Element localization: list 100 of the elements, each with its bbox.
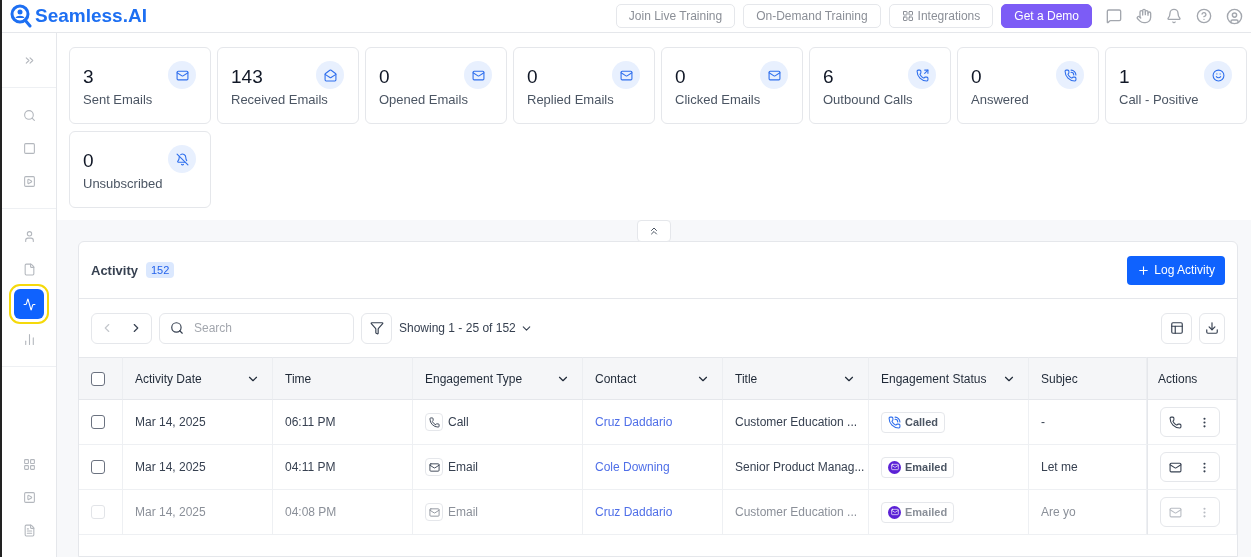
showing-dropdown[interactable]: Showing 1 - 25 of 152 — [399, 321, 533, 335]
stat-value: 3 — [83, 66, 94, 88]
phone-call-icon — [888, 415, 901, 429]
contact-link[interactable]: Cruz Daddario — [595, 505, 673, 519]
mail-icon — [612, 61, 640, 89]
stat-label: Answered — [971, 92, 1029, 107]
card-title: Activity — [91, 262, 138, 278]
plus-icon — [1137, 263, 1151, 277]
actions-button[interactable] — [1160, 452, 1220, 482]
mail-icon — [888, 460, 901, 474]
phone-outgoing-icon — [908, 61, 936, 89]
time-cell: 04:08 PM — [285, 505, 337, 519]
log-activity-button[interactable]: Log Activity — [1127, 255, 1225, 285]
phone-call-icon — [1056, 61, 1084, 89]
status-badge: Called — [881, 411, 945, 433]
stat-label: Sent Emails — [83, 92, 153, 107]
download-icon — [1205, 321, 1219, 335]
chevrons-up-icon — [648, 225, 660, 237]
training-button[interactable]: On-Demand Training — [743, 4, 881, 28]
stat-label: Opened Emails — [379, 92, 468, 107]
document-icon — [22, 262, 36, 276]
column-header: Contact — [595, 371, 637, 386]
filter-button[interactable] — [361, 312, 392, 344]
stat-value: 0 — [971, 66, 982, 88]
mail-icon — [760, 61, 788, 89]
stat-label: Call - Positive — [1119, 92, 1199, 107]
bell-off-icon — [168, 145, 196, 173]
stat-label: Replied Emails — [527, 92, 614, 107]
integrations-button[interactable]: Integrations — [888, 4, 994, 28]
date-cell: Mar 14, 2025 — [135, 505, 206, 519]
mail-icon — [1169, 505, 1182, 519]
bell-icon[interactable] — [1166, 8, 1182, 24]
download-button[interactable] — [1199, 312, 1225, 344]
checkbox[interactable] — [91, 460, 105, 474]
checkbox[interactable] — [91, 371, 105, 386]
search-input[interactable]: Search — [192, 320, 332, 336]
time-cell: 06:11 PM — [285, 415, 336, 429]
phone-icon — [425, 413, 443, 431]
grid-icon — [901, 10, 914, 22]
checkbox[interactable] — [91, 415, 105, 429]
activity-icon — [22, 297, 36, 311]
stat-label: Received Emails — [231, 92, 328, 107]
mail-icon — [464, 61, 492, 89]
column-header: Engagement Status — [881, 371, 987, 386]
mail-icon — [425, 458, 443, 476]
stat-value: 6 — [823, 66, 834, 88]
layout-button[interactable] — [1161, 312, 1192, 344]
column-header: Title — [735, 371, 758, 386]
grid-icon — [22, 457, 36, 471]
column-header: Activity Date — [135, 371, 202, 386]
time-cell: 04:11 PM — [285, 460, 336, 474]
stat-value: 1 — [1119, 66, 1130, 88]
stat-value: 0 — [527, 66, 538, 88]
column-header: Actions — [1158, 371, 1198, 386]
actions-button[interactable] — [1160, 407, 1220, 437]
chart-icon — [22, 332, 36, 346]
mail-icon — [425, 503, 443, 521]
filter-icon — [369, 321, 384, 335]
help-icon[interactable] — [1196, 8, 1212, 24]
mail-icon — [888, 505, 901, 519]
title-cell: Customer Education ... — [735, 505, 858, 519]
search-icon — [22, 108, 36, 122]
column-header: Engagement Type — [425, 371, 523, 386]
stat-label: Unsubscribed — [83, 176, 163, 191]
status-badge: Emailed — [881, 456, 955, 478]
person-icon — [22, 229, 36, 243]
play-icon — [22, 174, 36, 188]
stat-label: Clicked Emails — [675, 92, 761, 107]
title-cell: Customer Education ... — [735, 415, 858, 429]
logo-text: Seamless.AI — [35, 5, 147, 27]
hand-icon[interactable] — [1136, 8, 1152, 24]
square-icon — [22, 141, 36, 155]
contact-link[interactable]: Cruz Daddario — [595, 415, 673, 429]
title-cell: Senior Product Manag... — [735, 460, 865, 474]
subject-cell: Are yo — [1041, 505, 1076, 519]
contact-link[interactable]: Cole Downing — [595, 460, 670, 474]
layout-icon — [1169, 321, 1184, 335]
stat-value: 0 — [675, 66, 686, 88]
mail-icon — [1169, 460, 1182, 474]
smile-icon — [1204, 61, 1232, 89]
play-icon — [22, 490, 36, 504]
avatar-icon[interactable] — [1226, 7, 1243, 25]
training-button[interactable]: Join Live Training — [615, 4, 736, 28]
search-field[interactable]: Search — [159, 312, 354, 344]
mail-icon — [168, 61, 196, 89]
stat-label: Outbound Calls — [823, 92, 913, 107]
stat-value: 143 — [231, 66, 263, 88]
stat-value: 0 — [83, 150, 94, 172]
chat-icon[interactable] — [1106, 8, 1122, 24]
date-cell: Mar 14, 2025 — [135, 460, 206, 474]
phone-icon — [1169, 415, 1182, 429]
type-cell: Email — [448, 460, 478, 474]
subject-cell: - — [1041, 415, 1045, 429]
count-badge: 152 — [145, 262, 175, 278]
collapse-button[interactable] — [637, 220, 671, 242]
type-cell: Email — [448, 505, 478, 519]
demo-button[interactable]: Get a Demo — [1001, 4, 1092, 28]
stat-value: 0 — [379, 66, 390, 88]
open-mail-icon — [316, 61, 344, 89]
subject-cell: Let me — [1041, 460, 1078, 474]
